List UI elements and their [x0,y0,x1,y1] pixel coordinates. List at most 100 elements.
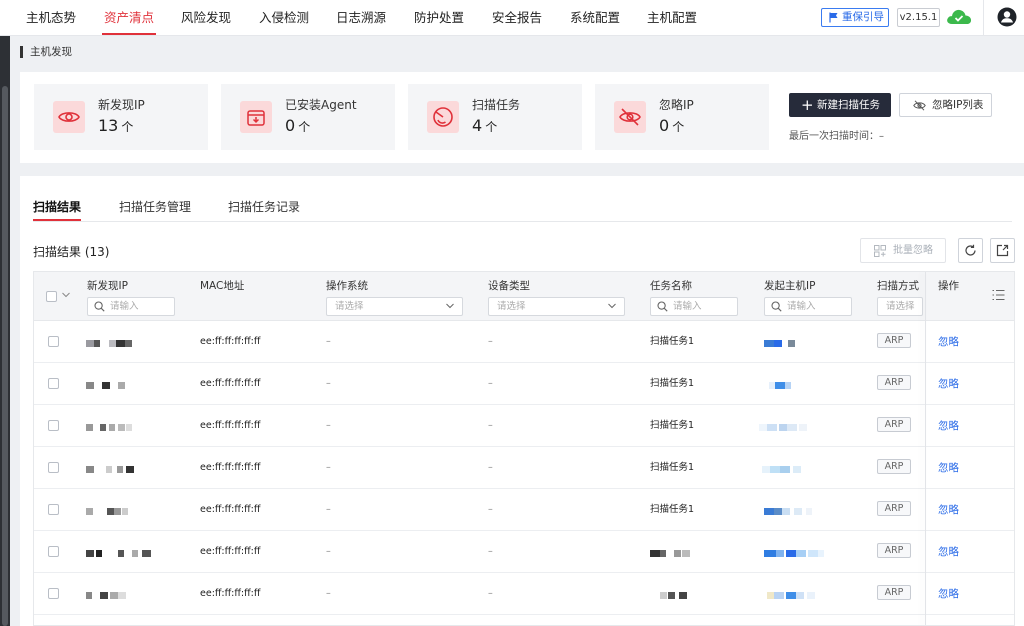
new-scan-task-button[interactable]: + 新建扫描任务 [789,93,891,117]
header-device-type: 设备类型 [488,280,530,292]
redacted-text [118,382,125,389]
redacted-text [782,508,790,515]
nav-item-risk[interactable]: 风险发现 [181,0,231,36]
device-type-cell: – [488,546,493,557]
redacted-text [774,592,784,599]
ignore-link[interactable]: 忽略 [938,573,959,615]
table-row: ee:ff:ff:ff:ff:ff – – 扫描任务1 ARP 忽略 [34,405,1014,447]
scan-method-tag: ARP [877,375,911,390]
ignore-link[interactable]: 忽略 [938,405,959,447]
stats-panel: 新发现IP 13 个 已安装Agent 0个 扫描任务 4个 忽略IP 0个 + … [20,72,1024,163]
tab-scan-task-records[interactable]: 扫描任务记录 [228,198,300,215]
search-icon [657,301,668,312]
plus-icon: + [801,96,814,114]
row-checkbox[interactable] [48,336,59,347]
cloud-status-icon[interactable] [945,7,973,30]
export-button[interactable] [990,238,1015,263]
redacted-text [767,592,774,599]
os-filter-select[interactable]: 请选择 [326,297,463,316]
tab-scan-results[interactable]: 扫描结果 [33,198,82,221]
left-scrollbar[interactable] [0,36,10,626]
redacted-text [86,550,94,557]
stat-label: 已安装Agent [285,98,357,112]
redacted-text [86,508,93,515]
redacted-text [779,424,787,431]
row-checkbox[interactable] [48,378,59,389]
redacted-text [786,592,796,599]
eye-icon [53,101,85,133]
redacted-text [132,550,138,557]
top-navigation: 主机态势 资产清点 风险发现 入侵检测 日志溯源 防护处置 安全报告 系统配置 … [0,0,1024,36]
guide-button-label: 重保引导 [842,11,884,23]
refresh-button[interactable] [958,238,983,263]
ignore-link[interactable]: 忽略 [938,531,959,573]
os-cell: – [326,378,331,389]
scrollbar-thumb[interactable] [2,86,8,626]
chevron-down-icon [446,303,454,309]
os-cell: – [326,546,331,557]
ip-filter-input[interactable]: 请输入 [87,297,175,316]
redacted-text [767,424,777,431]
nav-item-host-config[interactable]: 主机配置 [647,0,697,36]
mac-cell: ee:ff:ff:ff:ff:ff [200,504,261,515]
ignore-link[interactable]: 忽略 [938,489,959,531]
task-filter-input[interactable]: 请输入 [650,297,738,316]
host-ip-filter-input[interactable]: 请输入 [764,297,852,316]
ignore-ip-list-button[interactable]: 忽略IP列表 [899,93,992,117]
stat-value: 4个 [472,116,498,135]
redacted-text [774,340,782,347]
chevron-down-icon[interactable] [62,292,70,298]
mac-cell: ee:ff:ff:ff:ff:ff [200,546,261,557]
redacted-text [110,592,118,599]
nav-item-overview[interactable]: 主机态势 [26,0,76,36]
breadcrumb: 主机发现 [20,44,72,60]
row-checkbox[interactable] [48,504,59,515]
table-row: ee:ff:ff:ff:ff:ff – – 扫描任务1 ARP 忽略 [34,321,1014,363]
scan-results-table: 新发现IP 请输入 MAC地址 操作系统 请选择 设备类型 请选择 任务名称 请… [33,271,1015,626]
row-checkbox[interactable] [48,462,59,473]
table-row: ee:ff:ff:ff:ff:ff – – ARP 忽略 [34,531,1014,573]
select-all-checkbox[interactable] [46,291,57,302]
ignore-link[interactable]: 忽略 [938,447,959,489]
nav-item-logs[interactable]: 日志溯源 [336,0,386,36]
tab-scan-task-management[interactable]: 扫描任务管理 [119,198,191,215]
ignore-link[interactable]: 忽略 [938,363,959,405]
ignore-link[interactable]: 忽略 [938,321,959,363]
redacted-text [788,340,795,347]
version-badge: v2.15.1 [897,8,940,27]
user-avatar-icon[interactable] [997,7,1017,30]
task-name-cell: 扫描任务1 [650,378,695,389]
row-checkbox[interactable] [48,420,59,431]
nav-item-intrusion[interactable]: 入侵检测 [259,0,309,36]
row-checkbox[interactable] [48,588,59,599]
nav-item-protection[interactable]: 防护处置 [414,0,464,36]
header-action: 操作 [938,280,959,292]
redacted-text [109,424,115,431]
table-row: ee:ff:ff:ff:ff:ff – – 扫描任务1 ARP 忽略 [34,447,1014,489]
search-icon [771,301,782,312]
nav-item-reports[interactable]: 安全报告 [492,0,542,36]
redacted-text [764,550,776,557]
scan-method-tag: ARP [877,459,911,474]
mac-cell: ee:ff:ff:ff:ff:ff [200,378,261,389]
last-scan-time: 最后一次扫描时间：– [789,131,884,142]
mac-cell: ee:ff:ff:ff:ff:ff [200,462,261,473]
nav-item-assets[interactable]: 资产清点 [101,0,157,36]
task-name-cell: 扫描任务1 [650,504,695,515]
redacted-text [668,592,675,599]
redacted-text [764,508,774,515]
device-filter-select[interactable]: 请选择 [488,297,625,316]
column-settings-icon[interactable] [992,289,1005,301]
nav-item-system-config[interactable]: 系统配置 [570,0,620,36]
redacted-text [100,592,108,599]
method-filter-select[interactable]: 请选择 [877,297,923,316]
redacted-text [86,382,94,389]
batch-ignore-label: 批量忽略 [893,245,933,256]
row-checkbox[interactable] [48,546,59,557]
agent-box-icon [240,101,272,133]
nav-divider [983,0,984,36]
guide-button[interactable]: 重保引导 [821,8,889,27]
stat-card-scan-tasks: 扫描任务 4个 [408,84,582,150]
redacted-text [102,382,110,389]
batch-ignore-button[interactable]: 批量忽略 [860,238,946,263]
